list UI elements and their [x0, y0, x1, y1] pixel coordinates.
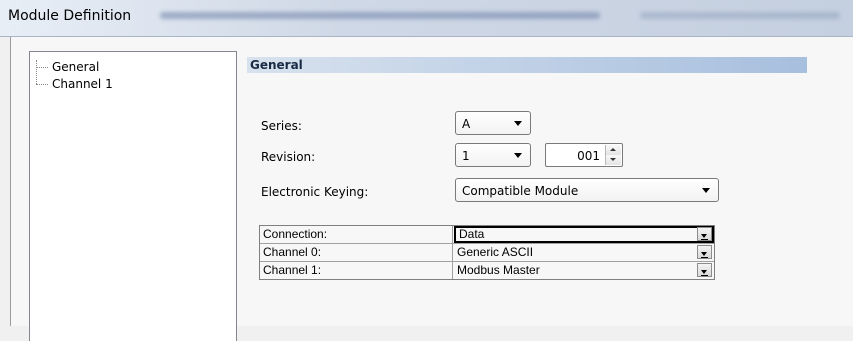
tree-connector [36, 84, 48, 85]
grid-row-channel-1[interactable]: Channel 1: Modbus Master [260, 262, 714, 279]
spin-down-icon [610, 158, 616, 161]
connection-grid: Connection: Data Channel 0: Generic ASCI… [259, 225, 715, 280]
connection-value-cell[interactable]: Data [454, 226, 714, 243]
blurred-menu-area [640, 12, 840, 19]
spin-down-button[interactable] [606, 155, 621, 165]
grid-label: Channel 1: [260, 262, 453, 279]
chevron-down-icon [514, 153, 522, 158]
section-heading: General [247, 57, 807, 73]
blurred-menu-area [160, 12, 600, 19]
tree-connector [36, 60, 37, 84]
chevron-down-icon [701, 234, 707, 238]
revision-minor-value: 001 [577, 149, 600, 163]
series-dropdown[interactable]: A [455, 111, 531, 135]
underline-mark [701, 257, 708, 258]
channel-0-value-cell[interactable]: Generic ASCII [454, 244, 714, 261]
series-label: Series: [261, 119, 302, 133]
tree-connector [36, 67, 48, 68]
chevron-down-icon [701, 252, 707, 256]
dialog-body: General Channel 1 General Series: A Revi… [10, 37, 853, 341]
category-tree[interactable]: General Channel 1 [29, 51, 237, 341]
tree-item-label: General [52, 60, 100, 74]
series-value: A [462, 117, 471, 131]
revision-label: Revision: [261, 150, 316, 164]
chevron-down-icon [701, 270, 707, 274]
spinner-buttons [605, 145, 621, 165]
grid-row-connection[interactable]: Connection: Data [260, 226, 714, 244]
grid-row-channel-0[interactable]: Channel 0: Generic ASCII [260, 244, 714, 262]
grid-value: Modbus Master [457, 263, 540, 277]
tree-item-label: Channel 1 [52, 77, 113, 91]
revision-major-dropdown[interactable]: 1 [455, 143, 531, 167]
title-bar: Module Definition [0, 0, 853, 37]
grid-label: Connection: [260, 226, 453, 243]
electronic-keying-dropdown[interactable]: Compatible Module [455, 178, 719, 202]
grid-label: Channel 0: [260, 244, 453, 261]
spin-up-icon [610, 148, 616, 151]
connection-dropdown-button[interactable] [697, 227, 712, 241]
general-panel: General Series: A Revision: 1 001 Electr… [247, 51, 807, 341]
window-title: Module Definition [8, 8, 132, 24]
underline-mark [701, 275, 708, 276]
chevron-down-icon [514, 121, 522, 126]
revision-major-value: 1 [462, 149, 470, 163]
chevron-down-icon [702, 188, 710, 193]
tree-item-channel-1[interactable]: Channel 1 [52, 77, 113, 91]
electronic-keying-value: Compatible Module [462, 184, 579, 198]
tree-item-general[interactable]: General [52, 60, 99, 74]
underline-mark [701, 239, 708, 240]
channel-1-dropdown-button[interactable] [697, 263, 712, 277]
revision-minor-spinner[interactable]: 001 [545, 143, 623, 167]
channel-0-dropdown-button[interactable] [697, 245, 712, 259]
grid-value: Generic ASCII [457, 245, 534, 259]
grid-value: Data [459, 227, 485, 241]
channel-1-value-cell[interactable]: Modbus Master [454, 262, 714, 279]
electronic-keying-label: Electronic Keying: [261, 185, 369, 199]
